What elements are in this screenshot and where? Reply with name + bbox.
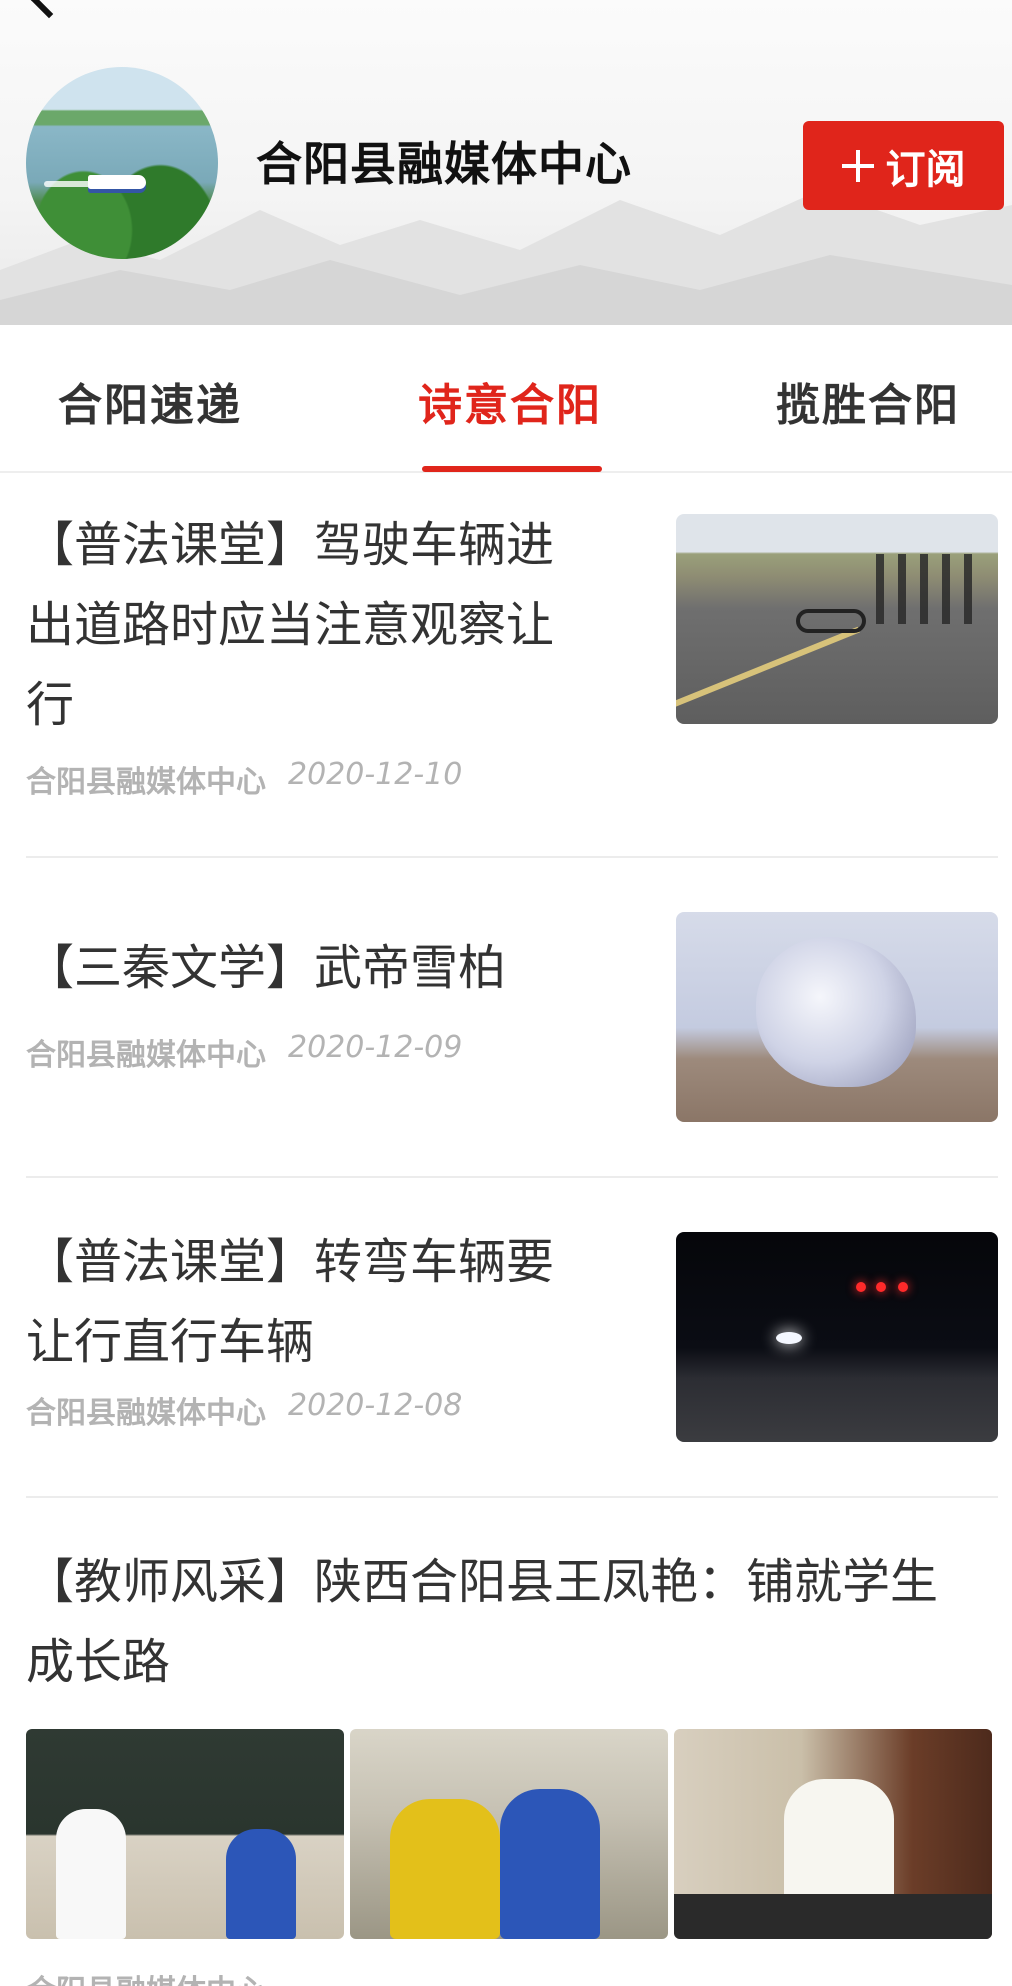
article-date: 2020-12-08: [288, 1388, 463, 1423]
channel-name: 合阳县融媒体中心: [256, 137, 632, 191]
tab-heyang-express[interactable]: 合阳速递: [58, 369, 242, 433]
article-source: 合阳县融媒体中心: [26, 765, 266, 800]
tab-poetic-heyang[interactable]: 诗意合阳: [418, 369, 602, 433]
article-thumbnail[interactable]: [676, 514, 998, 724]
article-source: 合阳县融媒体中心: [26, 1038, 266, 1073]
article-item[interactable]: 【教师风采】陕西合阳县王凤艳：铺就学生 成长路: [26, 1542, 998, 1702]
tab-scenic-heyang[interactable]: 揽胜合阳: [776, 369, 960, 433]
article-source: 合阳县融媒体中心: [26, 1396, 266, 1431]
divider: [26, 1176, 998, 1178]
article-source: 合阳县融媒体中心: [26, 1966, 266, 1986]
divider: [26, 1496, 998, 1498]
article-thumbnail[interactable]: [350, 1729, 668, 1939]
plus-icon: [841, 149, 874, 182]
article-thumbnail[interactable]: [26, 1729, 344, 1939]
article-thumbnail[interactable]: [674, 1729, 992, 1939]
subscribe-button[interactable]: 订阅: [803, 121, 1004, 210]
divider: [26, 856, 998, 858]
article-thumbnail[interactable]: [676, 912, 998, 1122]
channel-header: 合阳县融媒体中心 订阅: [0, 0, 1012, 325]
article-thumbnail[interactable]: [676, 1232, 998, 1442]
subscribe-label: 订阅: [885, 145, 966, 193]
back-arrow-icon[interactable]: [27, 0, 71, 19]
article-date: 2020-12-09: [288, 1030, 463, 1065]
article-title: 【教师风采】陕西合阳县王凤艳：铺就学生 成长路: [26, 1554, 939, 1690]
article-meta: 合阳县融媒体中心 2020-12-10: [26, 757, 998, 801]
category-tabs: 合阳速递 诗意合阳 揽胜合阳: [0, 325, 1012, 473]
active-tab-indicator: [422, 466, 602, 472]
article-date: 2020-12-10: [288, 757, 463, 792]
channel-avatar: [26, 67, 218, 259]
